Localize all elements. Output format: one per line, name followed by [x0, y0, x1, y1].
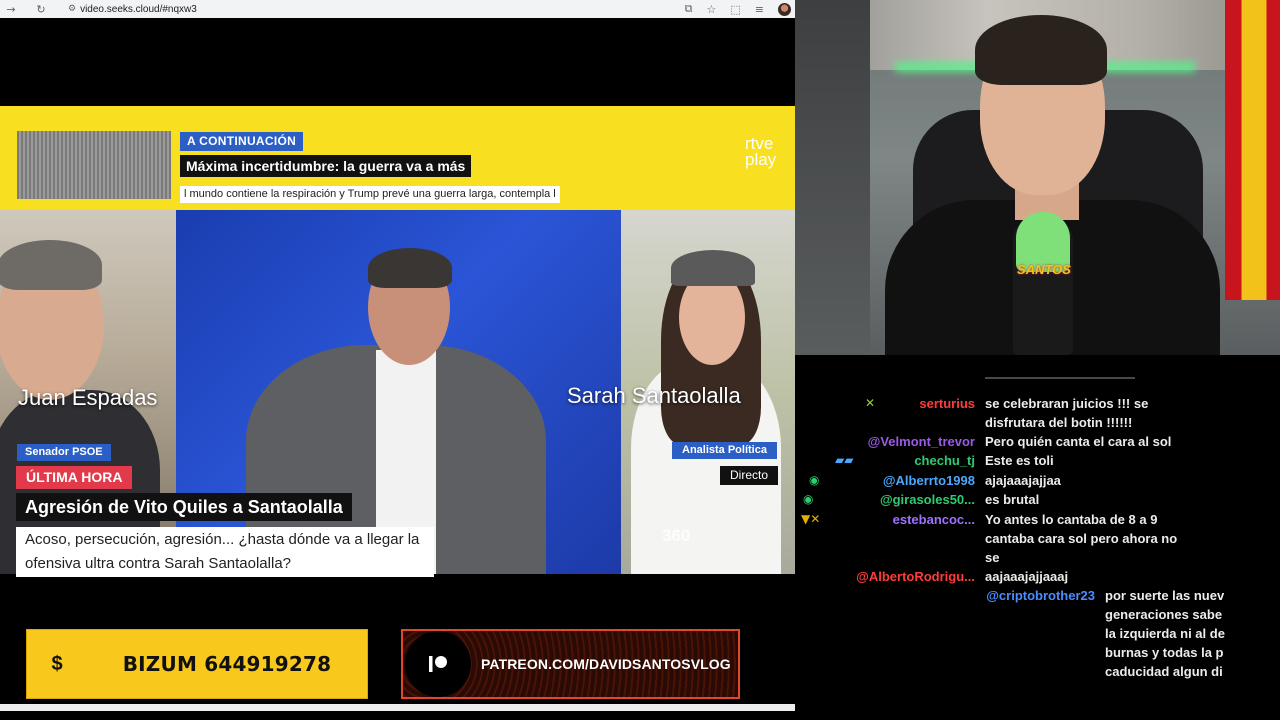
up-next-thumbnail	[17, 131, 171, 199]
chat-username[interactable]: serturius	[919, 394, 975, 413]
chat-username[interactable]: @girasoles50...	[880, 490, 975, 509]
chat-message-text: ajajaaajajjaa	[985, 473, 1061, 488]
logo-line-2: play	[745, 150, 777, 169]
reading-list-icon[interactable]: ≡	[755, 3, 764, 16]
translate-icon[interactable]: ⧉	[685, 2, 693, 16]
webcam-feed: SANTOS	[795, 0, 1280, 355]
dollar-icon: $	[51, 652, 63, 675]
left-guest-role: Senador PSOE	[17, 444, 111, 461]
bookmark-star-icon[interactable]: ☆	[707, 3, 717, 16]
chat-message-text: Pero quién canta el cara al sol	[985, 434, 1172, 449]
patreon-text: PATREON.COM/DAVIDSANTOSVLOG	[481, 656, 731, 672]
spain-flag	[1225, 0, 1280, 300]
webcam-shelf	[795, 0, 870, 355]
breaking-news-label: ÚLTIMA HORA	[16, 466, 133, 489]
chat-badge-icon: ◉	[809, 473, 820, 487]
bizum-text: BIZUM 644919278	[122, 652, 332, 676]
news-subheadline: Acoso, persecución, agresión... ¿hasta d…	[16, 527, 434, 577]
host-hair	[368, 248, 452, 288]
video-progress-bar[interactable]	[0, 704, 795, 711]
browser-toolbar: → ↻ ⚙ video.seeks.cloud/#nqxw3 ⧉ ☆ ⬚ ≡	[0, 0, 795, 18]
left-guest-hair	[0, 240, 102, 290]
chat-badge-icon: ▰▰	[835, 453, 854, 467]
live-badge: Directo	[720, 466, 779, 485]
toolbar-icons: ⧉ ☆ ⬚ ≡	[685, 0, 791, 18]
chat-message-text: aajaaajajjaaaj	[985, 569, 1069, 584]
extensions-icon[interactable]: ⬚	[730, 3, 740, 16]
chat-truncated-line	[985, 377, 1135, 387]
chat-message-text: disfrutara del botin !!!!!!	[985, 415, 1133, 430]
chat-username[interactable]: @Velmont_trevor	[868, 432, 975, 451]
screen: → ↻ ⚙ video.seeks.cloud/#nqxw3 ⧉ ☆ ⬚ ≡ A…	[0, 0, 1280, 720]
url-text[interactable]: video.seeks.cloud/#nqxw3	[80, 4, 197, 15]
chat-message-text: cantaba cara sol pero ahora no	[985, 531, 1178, 546]
chat-username[interactable]: chechu_tj	[914, 451, 975, 470]
right-guest-cap	[671, 250, 755, 286]
chat-message-text: Este es toli	[985, 453, 1054, 468]
chat-badge-icon: ▼✕	[801, 512, 821, 526]
chat-username[interactable]: @criptobrother23	[986, 586, 1095, 605]
news-ticker: l mundo contiene la respiración y Trump …	[180, 186, 560, 203]
forward-icon[interactable]: →	[0, 0, 22, 18]
microphone-label: SANTOS	[1017, 262, 1071, 277]
chat-badge-icon: ◉	[803, 492, 814, 506]
chat-message-text: Yo antes lo cantaba de 8 a 9	[985, 512, 1158, 527]
up-next-banner: A CONTINUACIÓN Máxima incertidumbre: la …	[0, 106, 795, 210]
reload-icon[interactable]: ↻	[30, 0, 52, 18]
chat-username[interactable]: estebancoc...	[893, 510, 975, 529]
streamer-hair	[975, 15, 1107, 85]
chat-message-text: se celebraran juicios !!! se	[985, 396, 1149, 411]
up-next-tag: A CONTINUACIÓN	[180, 132, 304, 151]
chat-username[interactable]: @Alberrto1998	[883, 471, 975, 490]
right-guest-name: Sarah Santaolalla	[567, 383, 741, 408]
chat-message-text: caducidad algun di	[1105, 664, 1223, 679]
chat-message-text: generaciones sabe	[1105, 607, 1223, 622]
channel-logo: 360	[662, 526, 691, 545]
patreon-banner: PATREON.COM/DAVIDSANTOSVLOG	[401, 629, 740, 699]
chat-message-text: burnas y todas la p	[1105, 645, 1224, 660]
rtve-play-logo: rtve play	[745, 135, 777, 169]
left-guest-name: Juan Espadas	[18, 385, 158, 410]
chat-message-text: la izquierda ni al de	[1105, 626, 1225, 641]
up-next-title: Máxima incertidumbre: la guerra va a más	[180, 155, 472, 177]
address-bar[interactable]: ⚙ video.seeks.cloud/#nqxw3	[62, 1, 792, 17]
profile-avatar[interactable]	[778, 2, 791, 16]
chat-message-text: es brutal	[985, 492, 1040, 507]
right-guest-role: Analista Política	[672, 442, 777, 459]
news-headline: Agresión de Vito Quiles a Santaolalla	[16, 493, 352, 521]
chat-badge-icon: ✕	[865, 396, 876, 410]
chat-message-text: se	[985, 550, 1000, 565]
chat-message-text: por suerte las nuev	[1105, 588, 1225, 603]
bizum-banner: $ BIZUM 644919278	[26, 629, 368, 699]
chat-username[interactable]: @AlbertoRodrigu...	[856, 567, 975, 586]
site-settings-icon[interactable]: ⚙	[68, 4, 76, 14]
chat-panel: ✕ serturius se celebraran juicios !!! se di…	[795, 355, 1280, 720]
patreon-logo-icon	[405, 631, 471, 697]
